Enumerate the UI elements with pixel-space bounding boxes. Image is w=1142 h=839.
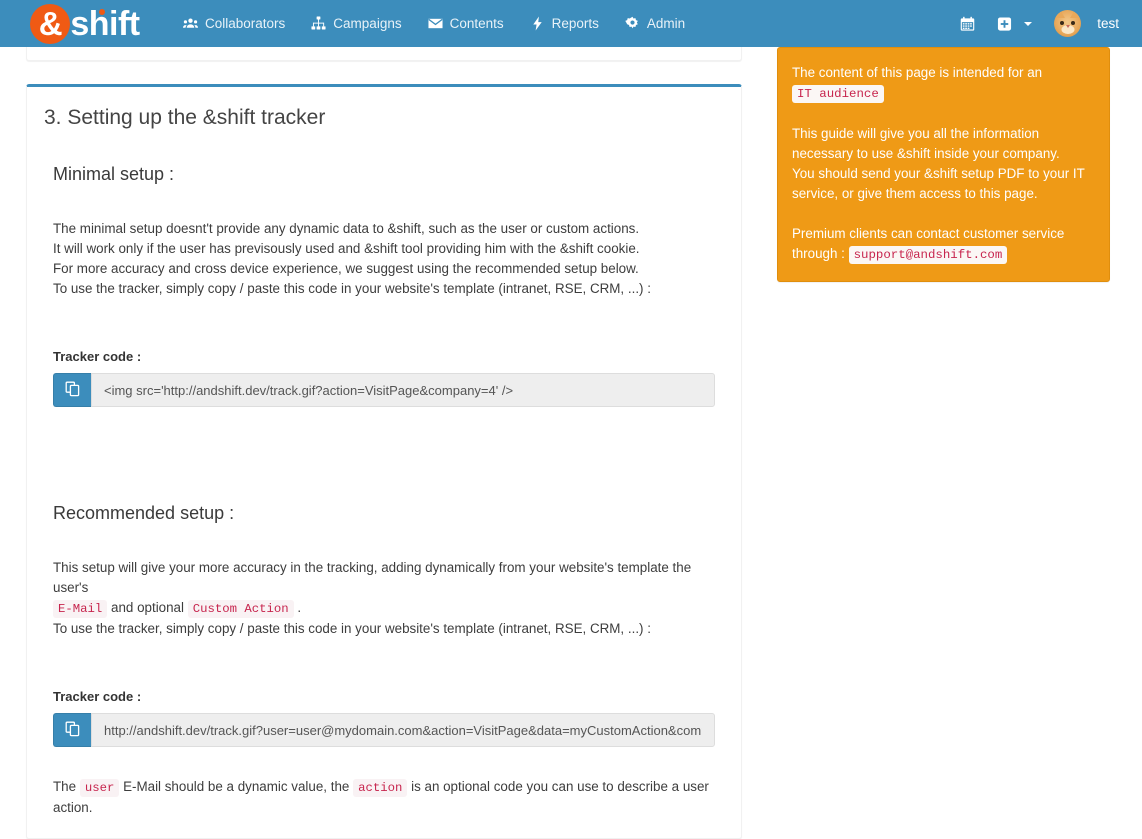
minimal-paragraph-4: To use the tracker, simply copy / paste … [53,281,651,296]
tracker-code-label-1: Tracker code : [53,349,142,364]
recommended-note: The user E-Mail should be a dynamic valu… [40,777,728,818]
minimal-paragraph-1: The minimal setup doesnt't provide any d… [53,221,640,236]
chevron-down-icon [1024,21,1033,26]
ampersand-logo-icon: & [30,3,71,44]
minimal-paragraph-2: It will work only if the user has previs… [53,241,640,256]
recommended-paragraph-2: To use the tracker, simply copy / paste … [53,621,651,636]
main-nav: Collaborators Campaigns Contents Reports… [170,0,698,47]
brand-dot-icon [99,8,106,15]
calendar-button[interactable] [949,0,986,47]
callout-line-4: Premium clients can contact customer ser… [792,224,1095,265]
tracker-code-input-1[interactable] [91,373,715,407]
sitemap-icon [311,16,326,31]
badge-it-audience: IT audience [792,85,884,103]
copy-button-1[interactable] [53,373,91,407]
nav-item-campaigns[interactable]: Campaigns [298,0,414,47]
note-text-a: The [53,779,77,794]
brand-mark: & shift [30,3,140,44]
user-menu[interactable]: test [1043,0,1130,47]
plus-square-icon [997,16,1012,31]
envelope-icon [427,16,443,31]
page-content: 3. Setting up the &shift tracker Minimal… [0,16,1142,839]
panel-body: Minimal setup : The minimal setup doesnt… [27,164,741,824]
callout-line-2: This guide will give you all the informa… [792,126,1060,161]
tracker-code-group-2 [53,713,715,747]
sidebar-column: The content of this page is intended for… [777,47,1110,282]
code-user: user [79,779,120,797]
recommended-text-c: . [297,600,302,615]
nav-item-label: Collaborators [205,16,286,31]
main-column: 3. Setting up the &shift tracker Minimal… [26,16,742,839]
brand-logo[interactable]: & shift [0,0,170,47]
nav-item-reports[interactable]: Reports [517,0,612,47]
code-action: action [353,779,408,797]
top-navbar: & shift Collaborators Campaigns Contents… [0,0,1142,47]
code-email: E-Mail [53,600,108,618]
tracker-code-label-2: Tracker code : [53,689,142,704]
users-icon [183,16,198,31]
nav-right-group: test [949,0,1142,47]
code-custom-action: Custom Action [187,600,294,618]
callout-block-support: Premium clients can contact customer ser… [792,224,1095,265]
user-name-label: test [1097,16,1119,31]
minimal-paragraph-3: For more accuracy and cross device exper… [53,261,639,276]
avatar [1054,10,1082,37]
callout-line-3: You should send your &shift setup PDF to… [792,166,1085,201]
callout-block-audience: The content of this page is intended for… [792,63,1095,104]
nav-item-label: Campaigns [333,16,402,31]
callout-line-1: The content of this page is intended for… [792,65,1043,80]
recommended-paragraph-1: This setup will give your more accuracy … [40,558,728,619]
nav-item-label: Reports [551,16,599,31]
callout-badge-row: IT audience [792,83,1095,104]
brand-word-text: shift [70,4,140,43]
badge-support-email: support@andshift.com [848,246,1008,264]
it-audience-callout: The content of this page is intended for… [777,47,1110,282]
copy-icon [65,381,81,400]
tracker-code-input-2[interactable] [91,713,715,747]
minimal-setup-heading: Minimal setup : [53,164,175,184]
copy-icon [65,721,81,740]
nav-item-label: Admin [646,16,686,31]
brand-word: shift [68,4,140,43]
gear-icon [625,16,640,31]
recommended-text-b: and optional [111,600,184,615]
bolt-icon [530,16,545,31]
page-title: 3. Setting up the &shift tracker [44,106,326,129]
recommended-setup-heading: Recommended setup : [53,503,235,523]
calendar-icon [960,16,975,31]
callout-block-guide: This guide will give you all the informa… [792,124,1095,204]
tracker-code-group-1 [53,373,715,407]
nav-item-collaborators[interactable]: Collaborators [170,0,298,47]
nav-item-admin[interactable]: Admin [612,0,698,47]
tracker-setup-panel: 3. Setting up the &shift tracker Minimal… [26,84,742,839]
nav-item-contents[interactable]: Contents [415,0,517,47]
note-text-b: E-Mail should be a dynamic value, the [123,779,350,794]
add-dropdown-button[interactable] [986,0,1043,47]
copy-button-2[interactable] [53,713,91,747]
nav-item-label: Contents [449,16,504,31]
recommended-text-a: This setup will give your more accuracy … [53,560,692,595]
